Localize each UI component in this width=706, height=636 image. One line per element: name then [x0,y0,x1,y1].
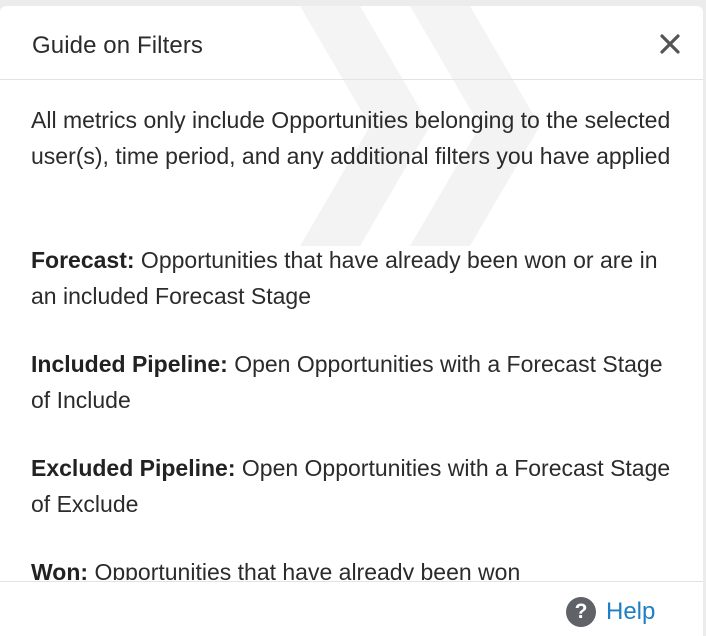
close-icon [660,34,680,54]
definition-text: Opportunities that have already been won [88,559,521,580]
definition-excluded-pipeline: Excluded Pipeline: Open Opportunities wi… [31,450,681,522]
definition-term: Included Pipeline: [31,351,228,377]
intro-text: All metrics only include Opportunities b… [31,107,671,169]
question-circle-icon: ? [566,597,596,627]
dialog-header: Guide on Filters [0,6,703,80]
definition-forecast: Forecast: Opportunities that have alread… [31,242,681,314]
definition-included-pipeline: Included Pipeline: Open Opportunities wi… [31,346,681,418]
filters-guide-dialog: Guide on Filters All metrics only includ… [0,6,703,636]
dialog-footer: ? Help [0,581,703,636]
definition-term: Won: [31,559,89,580]
dialog-title: Guide on Filters [32,32,204,59]
definition-term: Forecast: [31,247,135,273]
close-button[interactable] [654,28,686,60]
help-label: Help [606,598,656,625]
dialog-body: All metrics only include Opportunities b… [0,80,703,580]
definition-term: Excluded Pipeline: [31,455,236,481]
help-link[interactable]: ? Help [566,596,655,628]
definition-won: Won: Opportunities that have already bee… [31,554,681,580]
